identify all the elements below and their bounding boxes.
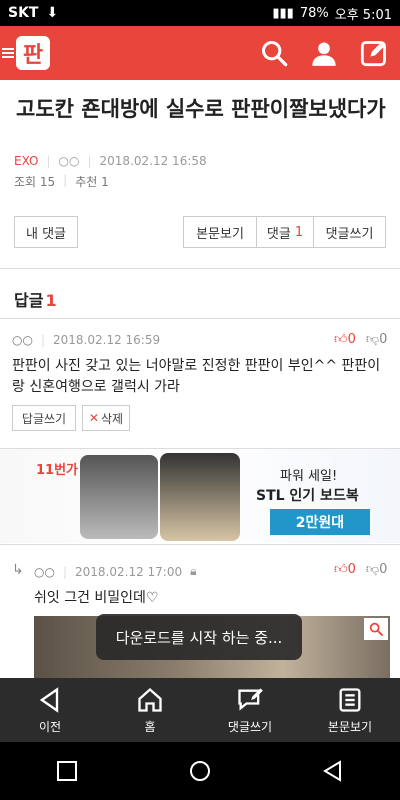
zoom-icon[interactable] [364,618,388,640]
back-arrow-icon [39,686,59,713]
close-icon: ✕ [88,411,99,425]
views-count: 조회 15 [14,175,56,189]
dislike-count: 0 [379,332,388,347]
app-header: 판 [0,26,400,80]
nav-view-body[interactable]: 본문보기 [300,678,400,742]
carrier-label: SKT [8,5,39,21]
comment-edit-icon [238,687,263,711]
download-toast: 다운로드를 시작 하는 중... [96,614,302,660]
my-comments-button[interactable]: 내 댓글 [14,216,78,248]
recents-icon[interactable] [55,759,79,783]
back-icon[interactable] [321,759,345,783]
comment-votes: 👍︎0 👎︎0 [334,562,387,577]
nav-prev-label: 이전 [38,719,62,734]
comment-body: 판판이 사진 갖고 있는 너야말로 진정한 판판이 부인^^ 판판이랑 신혼여행… [12,358,381,395]
divider [0,544,400,545]
dislike-count: 0 [379,562,388,577]
like-count: 0 [347,562,356,577]
document-icon [339,687,361,712]
replies-count: 1 [45,291,57,310]
signal-icon: ▮▮▮ [272,5,294,21]
thumbs-down-icon: 👎︎ [365,562,380,577]
like-count: 0 [347,332,356,347]
comment-votes: 👍︎0 👎︎0 [334,332,387,347]
ad-banner[interactable]: 11번가 파워 세일! STL 인기 보드복 2만원대 [0,449,400,543]
download-icon: ⬇ [46,5,59,21]
comments-count: 1 [294,224,304,240]
status-bar: SKT ⬇ ▮▮▮ 78% 오후 5:01 [0,0,400,26]
divider [0,318,400,319]
comment-date: 2018.02.12 17:00 [75,564,183,579]
write-icon[interactable] [360,39,388,67]
like-button[interactable]: 👍︎0 [334,332,356,347]
delete-label: 삭제 [100,411,124,426]
system-nav [0,742,400,800]
logo-mark: 판 [16,36,50,70]
dislike-button[interactable]: 👎︎0 [366,332,387,347]
nav-write-comment[interactable]: 댓글쓰기 [200,678,300,742]
lock-icon: 🔒︎ [190,564,197,578]
app-logo[interactable]: 판 [0,36,50,70]
comment-author: ○○ [34,564,55,579]
thumbs-down-icon: 👎︎ [365,332,380,347]
replies-heading: 답글 1 [14,287,57,311]
post-meta: EXO | ○○ | 2018.02.12 16:58 [14,154,207,168]
ad-model-image [160,453,240,541]
ad-model-image [80,455,158,539]
thumbs-up-icon: 👍︎ [334,562,348,577]
ad-logo: 11번가 [36,463,79,478]
write-comment-button[interactable]: 댓글쓰기 [313,216,386,248]
post-title: 고도칸 죤대방에 실수로 판판이짤보냈다가 [16,97,386,121]
nav-view-label: 본문보기 [327,719,373,734]
ad-headline: 파워 세일! [280,469,338,484]
ad-price-badge: 2만원대 [270,509,370,535]
comments-button[interactable]: 댓글 1 [256,216,314,248]
menu-icon[interactable] [2,48,14,58]
nav-prev[interactable]: 이전 [0,678,100,742]
home-icon [138,687,162,712]
recommend-count: 추천 1 [75,175,109,189]
like-button[interactable]: 👍︎0 [334,562,356,577]
home-circle-icon[interactable] [188,759,212,783]
comment-meta: ○○ | 2018.02.12 16:59 [12,333,161,347]
comments-label: 댓글 [266,226,291,242]
post-date: 2018.02.12 16:58 [99,154,207,168]
user-icon[interactable] [310,39,338,67]
view-body-button[interactable]: 본문보기 [183,216,257,248]
category-link[interactable]: EXO [14,154,38,168]
nav-write-label: 댓글쓰기 [227,719,273,734]
battery-label: 78% [299,5,329,21]
search-icon[interactable] [260,39,288,67]
reply-button[interactable]: 답글쓰기 [12,405,76,431]
nav-home[interactable]: 홈 [100,678,200,742]
comment-author: ○○ [12,333,33,347]
clock-label: 오후 5:01 [334,7,392,23]
bottom-nav: 이전 홈 댓글쓰기 본문보기 [0,678,400,742]
reply-arrow-icon: ↳ [12,562,24,578]
replies-label: 답글 [14,291,44,310]
comment-meta: ○○ | 2018.02.12 17:00 🔒︎ [34,564,197,579]
post-stats: 조회 15 | 추천 1 [14,173,109,189]
comment-date: 2018.02.12 16:59 [53,333,161,347]
delete-button[interactable]: ✕ 삭제 [82,405,130,431]
divider [0,268,400,269]
comment-body: 쉬잇 그건 비밀인데♡ [34,590,159,606]
ad-subtitle: STL 인기 보드복 [256,488,359,504]
thumbs-up-icon: 👍︎ [334,332,348,347]
dislike-button[interactable]: 👎︎0 [366,562,387,577]
nav-home-label: 홈 [144,719,156,734]
author-name: ○○ [58,154,80,168]
